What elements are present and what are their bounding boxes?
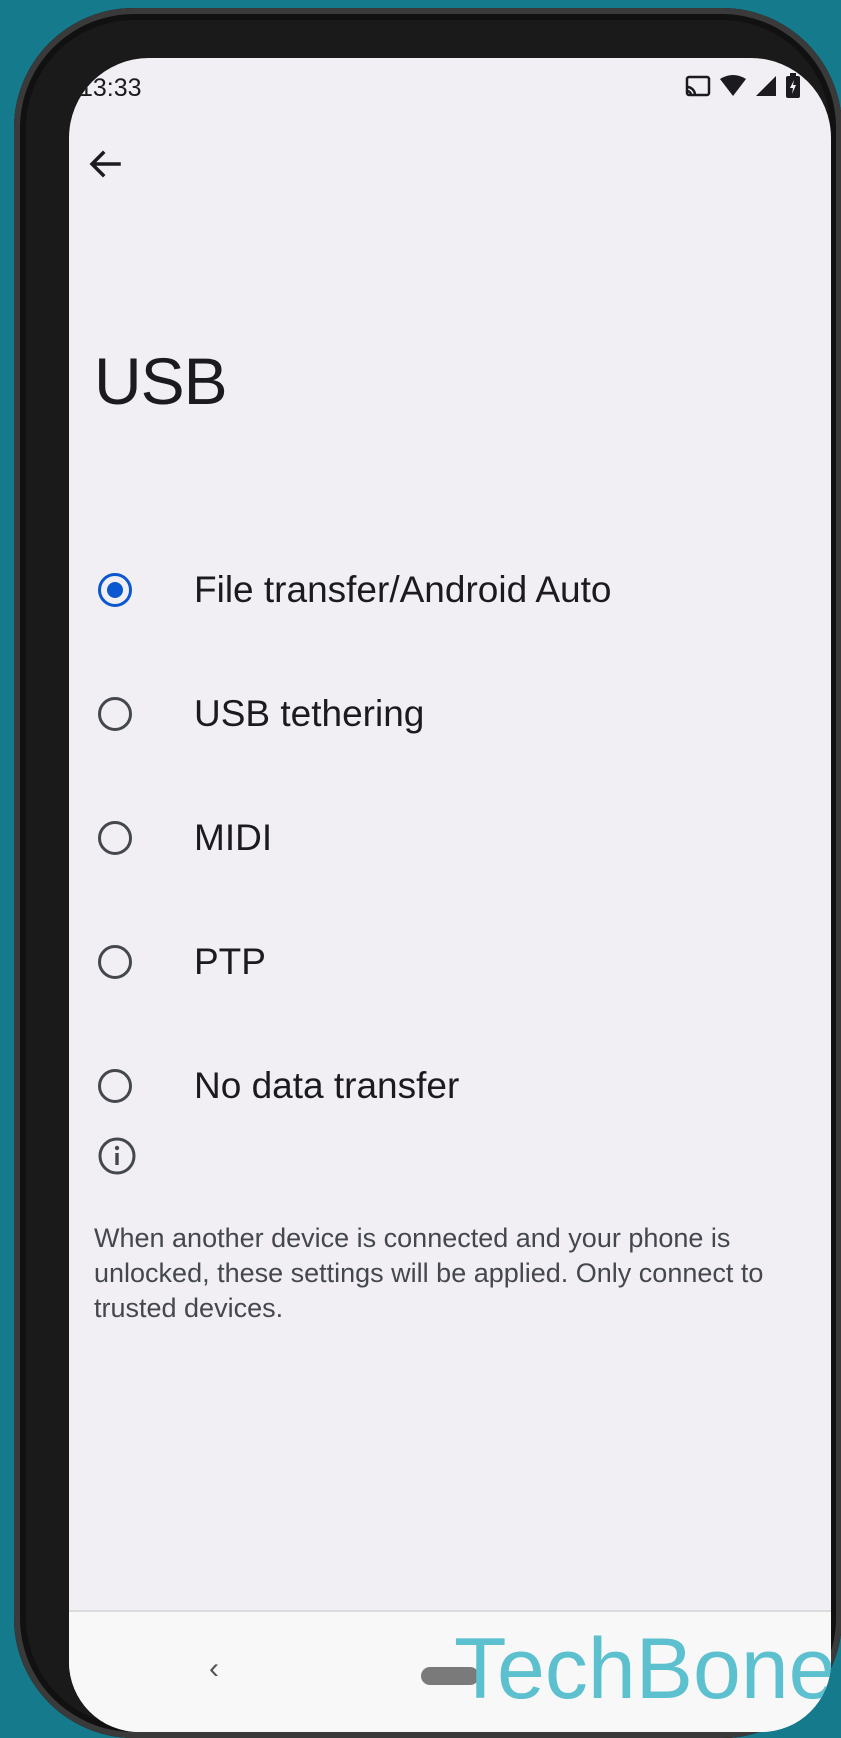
nav-back-button[interactable]: ‹ <box>209 1652 219 1686</box>
status-bar: 13:33 <box>69 58 831 118</box>
battery-charging-icon <box>785 73 801 99</box>
phone-frame: 13:33 USB File transfer/Android Auto USB… <box>14 8 841 1738</box>
navigation-bar: ‹ TechBone <box>69 1610 831 1732</box>
option-file-transfer[interactable]: File transfer/Android Auto <box>69 528 831 652</box>
info-description: When another device is connected and you… <box>94 1223 764 1323</box>
status-time: 13:33 <box>79 74 142 102</box>
radio-button[interactable] <box>98 945 132 979</box>
radio-button[interactable] <box>98 697 132 731</box>
radio-button-selected[interactable] <box>98 573 132 607</box>
option-usb-tethering[interactable]: USB tethering <box>69 652 831 776</box>
option-midi[interactable]: MIDI <box>69 776 831 900</box>
option-ptp[interactable]: PTP <box>69 900 831 1024</box>
back-arrow-icon[interactable] <box>83 142 127 186</box>
option-label: No data transfer <box>194 1065 460 1106</box>
radio-button[interactable] <box>98 821 132 855</box>
wifi-icon <box>719 75 747 97</box>
option-label: File transfer/Android Auto <box>194 569 612 610</box>
screen: 13:33 USB File transfer/Android Auto USB… <box>69 58 831 1732</box>
signal-icon <box>755 75 777 97</box>
cast-icon <box>685 75 711 97</box>
option-label: PTP <box>194 941 266 982</box>
option-no-data-transfer[interactable]: No data transfer <box>69 1024 831 1148</box>
info-icon <box>97 1136 137 1176</box>
page-title: USB <box>94 344 228 418</box>
option-label: USB tethering <box>194 693 425 734</box>
radio-button[interactable] <box>98 1069 132 1103</box>
option-label: MIDI <box>194 817 273 858</box>
watermark-logo: TechBone <box>454 1621 831 1717</box>
status-icons <box>685 73 801 99</box>
